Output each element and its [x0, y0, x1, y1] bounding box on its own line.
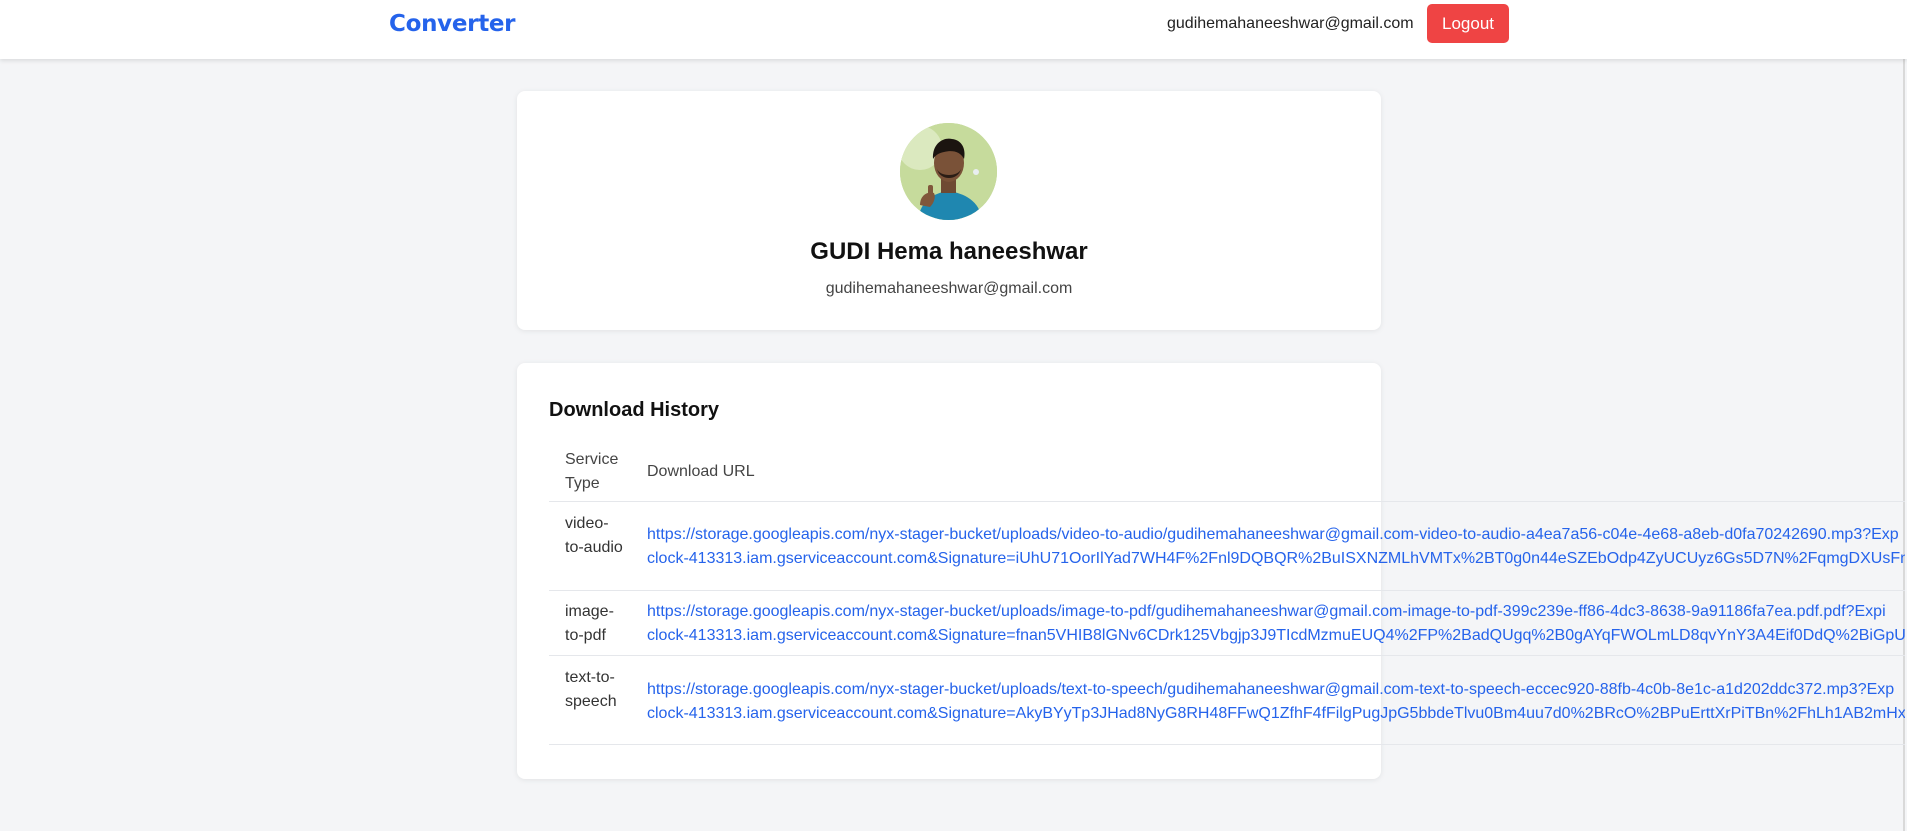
download-url-line[interactable]: https://storage.googleapis.com/nyx-stage…: [647, 600, 1905, 624]
download-url-link[interactable]: https://storage.googleapis.com/nyx-stage…: [647, 600, 1905, 648]
download-url-line[interactable]: clock-413313.iam.gserviceaccount.com&Sig…: [647, 702, 1905, 726]
profile-email: gudihemahaneeshwar@gmail.com: [825, 280, 1073, 297]
download-url-line[interactable]: clock-413313.iam.gserviceaccount.com&Sig…: [647, 624, 1905, 648]
download-history-card: Download History Service Type Download U…: [517, 363, 1905, 779]
nav-user-email: gudihemahaneeshwar@gmail.com: [1167, 15, 1414, 32]
table-row: image-to-pdf https://storage.googleapis.…: [549, 591, 1905, 656]
profile-card: GUDI Hema haneeshwar gudihemahaneeshwar@…: [517, 91, 1381, 330]
avatar: [900, 123, 997, 220]
profile-name: GUDI Hema haneeshwar: [810, 238, 1088, 265]
service-type-cell: image-to-pdf: [565, 603, 614, 644]
table-header-row: Service Type Download URL: [549, 442, 1905, 502]
table-row: video-to-audio https://storage.googleapi…: [549, 502, 1905, 591]
download-history-table: Service Type Download URL video-to-audio…: [549, 442, 1905, 745]
service-type-cell: video-to-audio: [565, 515, 623, 556]
download-history-title: Download History: [549, 399, 720, 421]
download-url-line[interactable]: https://storage.googleapis.com/nyx-stage…: [647, 678, 1905, 702]
download-url-link[interactable]: https://storage.googleapis.com/nyx-stage…: [647, 678, 1905, 726]
logout-button[interactable]: Logout: [1427, 4, 1509, 43]
top-navbar: Converter gudihemahaneeshwar@gmail.com L…: [0, 0, 1907, 59]
brand-logo-link[interactable]: Converter: [389, 11, 516, 37]
column-header-service-type: Service Type: [565, 451, 619, 492]
download-url-line[interactable]: https://storage.googleapis.com/nyx-stage…: [647, 523, 1905, 547]
user-photo-icon: [900, 123, 997, 220]
table-row: text-to-speech https://storage.googleapi…: [549, 656, 1905, 745]
service-type-cell: text-to-speech: [565, 669, 617, 710]
download-url-link[interactable]: https://storage.googleapis.com/nyx-stage…: [647, 523, 1905, 571]
download-url-line[interactable]: clock-413313.iam.gserviceaccount.com&Sig…: [647, 547, 1905, 571]
column-header-download-url: Download URL: [647, 463, 755, 480]
